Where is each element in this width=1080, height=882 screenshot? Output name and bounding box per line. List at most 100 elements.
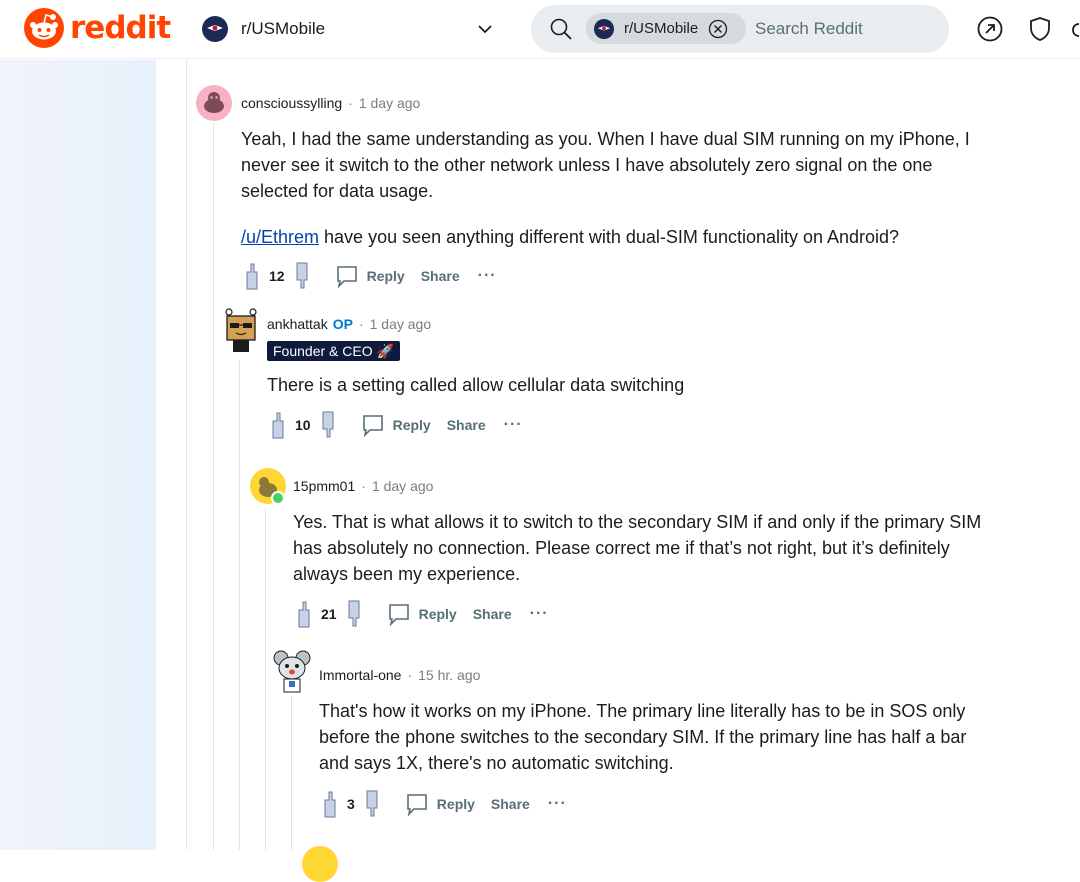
snoo-avatar-icon [204, 92, 224, 113]
thread-line[interactable] [265, 508, 266, 850]
share-button[interactable]: Share [421, 268, 460, 284]
comment-author[interactable]: 15pmm01 [293, 478, 355, 494]
comment-text-line: and says 1X, there's no automatic switch… [319, 753, 674, 773]
comment-author[interactable]: ankhattak [267, 316, 328, 332]
comment-meta: 15pmm01 · 1 day ago [293, 478, 433, 494]
upvote-icon[interactable] [243, 262, 261, 290]
comment-actions: 21 Reply Share ··· [295, 599, 549, 629]
share-button[interactable]: Share [491, 796, 530, 812]
thread-line[interactable] [291, 696, 292, 850]
reddit-snoo-icon [24, 8, 64, 48]
comment-time[interactable]: 15 hr. ago [418, 667, 480, 683]
snoo-box-avatar-icon [225, 308, 257, 352]
avatar[interactable] [222, 308, 260, 354]
more-options-button[interactable]: ··· [504, 416, 523, 434]
snoo-koala-avatar-icon [273, 650, 311, 693]
separator-dot: · [348, 95, 353, 111]
downvote-icon[interactable] [345, 600, 363, 628]
comment-actions: 3 Reply Share ··· [321, 789, 567, 819]
comment-time[interactable]: 1 day ago [359, 95, 421, 111]
reply-label: Reply [418, 606, 457, 622]
avatar[interactable] [272, 648, 312, 694]
comment-body: That's how it works on my iPhone. The pr… [319, 698, 1059, 776]
vote-count: 3 [347, 796, 355, 812]
separator-dot: · [358, 316, 364, 332]
reply-button[interactable]: Reply [405, 792, 475, 816]
search-icon [550, 18, 572, 40]
comment-text-line: always been my experience. [293, 564, 521, 584]
separator-dot: · [407, 667, 413, 683]
vote-count: 21 [321, 606, 337, 622]
downvote-icon[interactable] [319, 411, 337, 439]
comment-actions: 10 Reply Share ··· [269, 410, 523, 440]
community-icon [202, 16, 228, 42]
comment-text-line: never see it switch to the other network… [241, 155, 933, 175]
comment-paragraph: /u/Ethrem have you seen anything differe… [241, 224, 1041, 250]
comment-text-line: before the phone switches to the seconda… [319, 727, 967, 747]
comment-bubble-icon [406, 794, 427, 816]
upvote-icon[interactable] [269, 411, 287, 439]
comment-bubble-icon [388, 604, 409, 626]
reply-label: Reply [436, 796, 475, 812]
comment-text-line: Yeah, I had the same understanding as yo… [241, 129, 970, 149]
comment-body: Yeah, I had the same understanding as yo… [241, 126, 1041, 250]
reddit-logo[interactable]: reddit [24, 8, 171, 48]
community-name: r/USMobile [241, 19, 326, 38]
advertise-arrow-icon[interactable] [977, 16, 1003, 42]
reply-label: Reply [366, 268, 405, 284]
community-chip-icon [594, 18, 614, 39]
share-button[interactable]: Share [473, 606, 512, 622]
upvote-icon[interactable] [295, 600, 313, 628]
comment-text-line: Yes. That is what allows it to switch to… [293, 512, 982, 532]
more-options-button[interactable]: ··· [548, 795, 567, 813]
comment-meta: Immortal-one · 15 hr. ago [319, 667, 480, 683]
comment-body: There is a setting called allow cellular… [267, 372, 1047, 398]
comment-author[interactable]: conscioussylling [241, 95, 342, 111]
comment-body: Yes. That is what allows it to switch to… [293, 509, 1053, 587]
user-mention-link[interactable]: /u/Ethrem [241, 227, 319, 247]
op-badge: OP [332, 316, 353, 332]
comment-meta: conscioussylling · 1 day ago [241, 95, 420, 111]
avatar[interactable] [302, 846, 338, 882]
vote-count: 10 [295, 417, 311, 433]
thread-line[interactable] [213, 122, 214, 850]
comment-text-line: There is a setting called allow cellular… [267, 375, 685, 395]
comment-text-line: has absolutely no connection. Please cor… [293, 538, 950, 558]
thread-line[interactable] [239, 360, 240, 850]
user-flair: Founder & CEO 🚀 [267, 341, 400, 361]
comment-text-line: That's how it works on my iPhone. The pr… [319, 701, 966, 721]
search-community-chip[interactable]: r/USMobile [586, 13, 746, 44]
top-bar: reddit r/USMobile r/USMobile Search Redd… [0, 0, 1080, 59]
more-options-button[interactable]: ··· [530, 605, 549, 623]
close-icon[interactable] [708, 19, 728, 39]
chat-icon[interactable] [1072, 16, 1080, 42]
online-status-dot [271, 491, 285, 505]
comment-actions: 12 Reply Share ··· [243, 261, 497, 291]
avatar[interactable] [196, 85, 232, 121]
community-switcher[interactable]: r/USMobile [202, 12, 496, 46]
comment-text-line: selected for data usage. [241, 181, 434, 201]
downvote-icon[interactable] [363, 790, 381, 818]
reply-label: Reply [392, 417, 431, 433]
reply-button[interactable]: Reply [335, 264, 405, 288]
chevron-down-icon [478, 25, 492, 34]
downvote-icon[interactable] [293, 262, 311, 290]
separator-dot: · [361, 478, 366, 494]
comment-bubble-icon [362, 415, 383, 437]
content-border [186, 60, 187, 850]
upvote-icon[interactable] [321, 790, 339, 818]
search-input[interactable]: Search Reddit [755, 19, 863, 39]
search-chip-label: r/USMobile [624, 20, 699, 37]
comment-time[interactable]: 1 day ago [372, 478, 434, 494]
comment-author[interactable]: Immortal-one [319, 667, 401, 683]
reply-button[interactable]: Reply [361, 413, 431, 437]
search-bar[interactable]: r/USMobile Search Reddit [531, 5, 949, 53]
shield-icon[interactable] [1028, 16, 1052, 42]
logo-text: reddit [70, 10, 171, 46]
share-button[interactable]: Share [447, 417, 486, 433]
reply-button[interactable]: Reply [387, 602, 457, 626]
comment-meta: ankhattak OP · 1 day ago [267, 316, 431, 332]
comment-text: have you seen anything different with du… [319, 227, 900, 247]
more-options-button[interactable]: ··· [478, 267, 497, 285]
comment-time[interactable]: 1 day ago [370, 316, 432, 332]
